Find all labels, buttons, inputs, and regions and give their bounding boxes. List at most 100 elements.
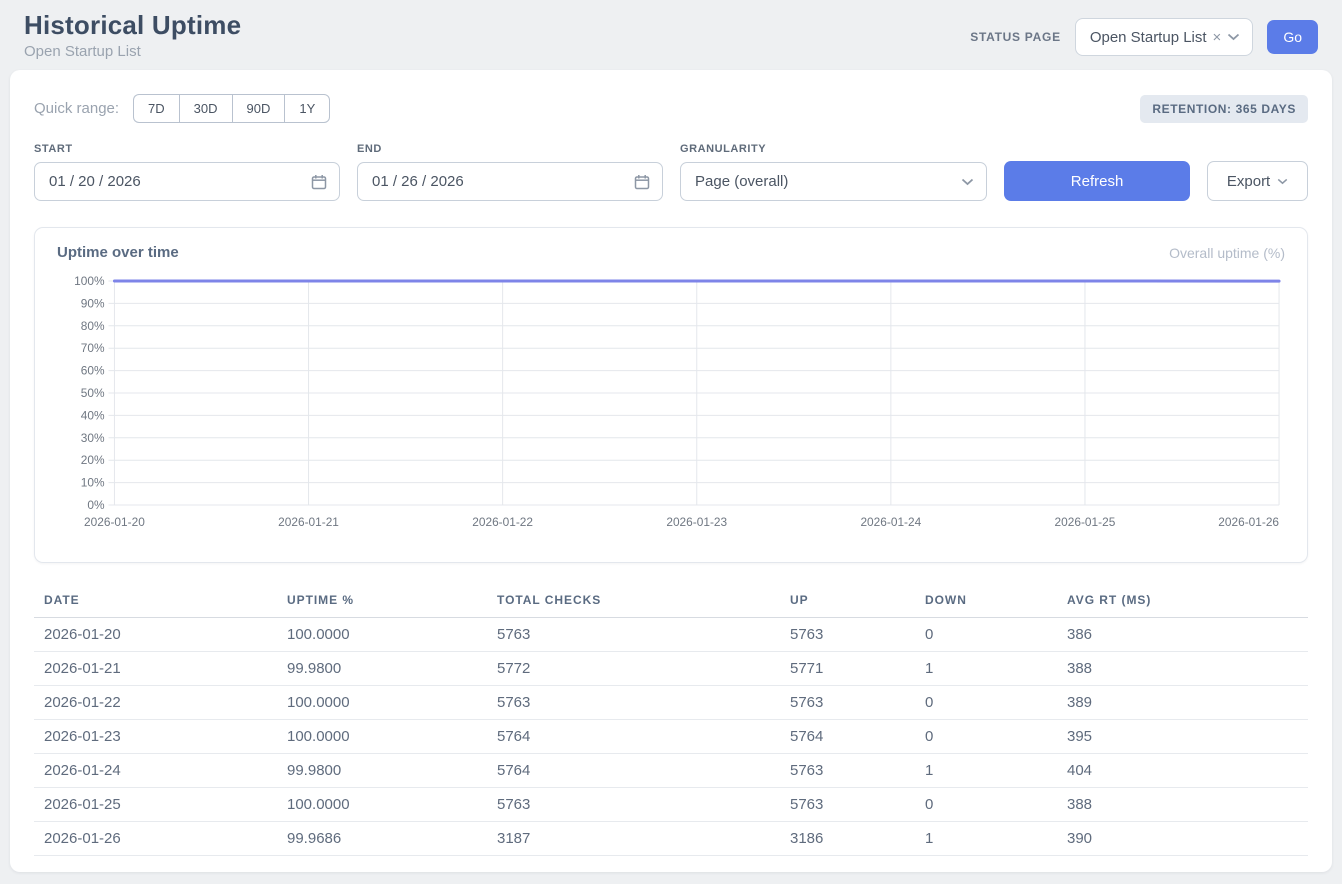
go-button[interactable]: Go	[1267, 20, 1318, 54]
table-cell: 388	[1057, 652, 1308, 686]
table-cell: 99.9800	[277, 652, 487, 686]
table-cell: 5764	[487, 720, 780, 754]
column-header: UPTIME %	[277, 587, 487, 618]
filters-row: START 01 / 20 / 2026 END 01 / 26 / 2026 …	[34, 143, 1308, 201]
svg-text:90%: 90%	[81, 296, 105, 310]
table-cell: 404	[1057, 754, 1308, 788]
title-block: Historical Uptime Open Startup List	[24, 10, 241, 60]
svg-text:100%: 100%	[74, 274, 105, 288]
svg-text:30%: 30%	[81, 431, 105, 445]
table-cell: 5763	[780, 754, 915, 788]
column-header: DATE	[34, 587, 277, 618]
export-button-label: Export	[1227, 173, 1270, 190]
table-cell: 0	[915, 720, 1057, 754]
table-cell: 0	[915, 686, 1057, 720]
table-cell: 5764	[780, 720, 915, 754]
table-cell: 100.0000	[277, 686, 487, 720]
calendar-icon[interactable]	[311, 174, 327, 190]
svg-text:2026-01-20: 2026-01-20	[84, 515, 145, 529]
end-date-label: END	[357, 143, 663, 155]
table-cell: 2026-01-20	[34, 618, 277, 652]
table-cell: 100.0000	[277, 618, 487, 652]
status-page-select[interactable]: Open Startup List ×	[1075, 18, 1254, 56]
top-header: Historical Uptime Open Startup List STAT…	[0, 0, 1342, 68]
svg-text:0%: 0%	[87, 498, 105, 512]
svg-text:20%: 20%	[81, 453, 105, 467]
chevron-down-icon	[961, 178, 974, 186]
start-date-value: 01 / 20 / 2026	[49, 173, 141, 190]
table-cell: 3186	[780, 822, 915, 856]
table-cell: 5764	[487, 754, 780, 788]
table-row: 2026-01-2199.9800577257711388	[34, 652, 1308, 686]
start-date-label: START	[34, 143, 340, 155]
svg-text:50%: 50%	[81, 386, 105, 400]
svg-text:2026-01-23: 2026-01-23	[666, 515, 727, 529]
page-subtitle: Open Startup List	[24, 43, 241, 60]
quick-range-button-1y[interactable]: 1Y	[284, 94, 330, 123]
table-cell: 388	[1057, 788, 1308, 822]
calendar-icon[interactable]	[634, 174, 650, 190]
quick-range-button-7d[interactable]: 7D	[133, 94, 179, 123]
status-page-selected-value: Open Startup List	[1090, 29, 1207, 46]
svg-text:2026-01-22: 2026-01-22	[472, 515, 533, 529]
table-cell: 2026-01-25	[34, 788, 277, 822]
end-date-field-group: END 01 / 26 / 2026	[357, 143, 663, 201]
granularity-selected-value: Page (overall)	[695, 173, 788, 190]
table-cell: 1	[915, 754, 1057, 788]
granularity-select[interactable]: Page (overall)	[680, 162, 987, 201]
start-date-input[interactable]: 01 / 20 / 2026	[34, 162, 340, 201]
table-cell: 99.9800	[277, 754, 487, 788]
column-header: DOWN	[915, 587, 1057, 618]
table-cell: 1	[915, 652, 1057, 686]
table-cell: 0	[915, 788, 1057, 822]
granularity-field-group: GRANULARITY Page (overall)	[680, 143, 987, 201]
column-header: UP	[780, 587, 915, 618]
end-date-value: 01 / 26 / 2026	[372, 173, 464, 190]
table-cell: 395	[1057, 720, 1308, 754]
svg-text:40%: 40%	[81, 408, 105, 422]
table-cell: 2026-01-22	[34, 686, 277, 720]
svg-text:70%: 70%	[81, 341, 105, 355]
retention-badge: RETENTION: 365 DAYS	[1140, 95, 1308, 123]
table-cell: 5771	[780, 652, 915, 686]
chart-title: Uptime over time	[57, 244, 179, 261]
end-date-input[interactable]: 01 / 26 / 2026	[357, 162, 663, 201]
table-cell: 5763	[487, 686, 780, 720]
quick-range-button-90d[interactable]: 90D	[232, 94, 285, 123]
quick-range-button-30d[interactable]: 30D	[179, 94, 232, 123]
quick-range-button-group: 7D30D90D1Y	[133, 94, 330, 123]
table-cell: 5763	[780, 788, 915, 822]
svg-text:2026-01-26: 2026-01-26	[1218, 515, 1279, 529]
chart-canvas: 0%10%20%30%40%50%60%70%80%90%100%2026-01…	[57, 269, 1285, 535]
svg-text:10%: 10%	[81, 476, 105, 490]
table-cell: 2026-01-24	[34, 754, 277, 788]
quick-range-label: Quick range:	[34, 100, 119, 117]
table-cell: 389	[1057, 686, 1308, 720]
uptime-chart-card: Uptime over time Overall uptime (%) 0% 10…	[34, 227, 1308, 563]
chevron-down-icon	[1227, 33, 1240, 41]
table-cell: 99.9686	[277, 822, 487, 856]
refresh-button[interactable]: Refresh	[1004, 161, 1190, 201]
svg-text:2026-01-21: 2026-01-21	[278, 515, 339, 529]
clear-icon[interactable]: ×	[1213, 30, 1222, 45]
table-cell: 3187	[487, 822, 780, 856]
granularity-label: GRANULARITY	[680, 143, 987, 155]
table-cell: 390	[1057, 822, 1308, 856]
svg-text:60%: 60%	[81, 364, 105, 378]
table-row: 2026-01-25100.0000576357630388	[34, 788, 1308, 822]
chart-legend: Overall uptime (%)	[1169, 245, 1285, 261]
table-header: DATEUPTIME %TOTAL CHECKSUPDOWNAVG RT (MS…	[34, 587, 1308, 618]
table-cell: 100.0000	[277, 720, 487, 754]
uptime-line-chart: 0%10%20%30%40%50%60%70%80%90%100%2026-01…	[57, 269, 1285, 535]
table-row: 2026-01-22100.0000576357630389	[34, 686, 1308, 720]
table-cell: 100.0000	[277, 788, 487, 822]
table-row: 2026-01-23100.0000576457640395	[34, 720, 1308, 754]
table-cell: 2026-01-21	[34, 652, 277, 686]
status-page-controls: STATUS PAGE Open Startup List × Go	[970, 18, 1318, 56]
table-cell: 5763	[487, 788, 780, 822]
page-title: Historical Uptime	[24, 10, 241, 41]
quick-range-row: Quick range: 7D30D90D1Y RETENTION: 365 D…	[34, 94, 1308, 123]
export-button[interactable]: Export	[1207, 161, 1308, 201]
table-cell: 2026-01-26	[34, 822, 277, 856]
table-row: 2026-01-2699.9686318731861390	[34, 822, 1308, 856]
